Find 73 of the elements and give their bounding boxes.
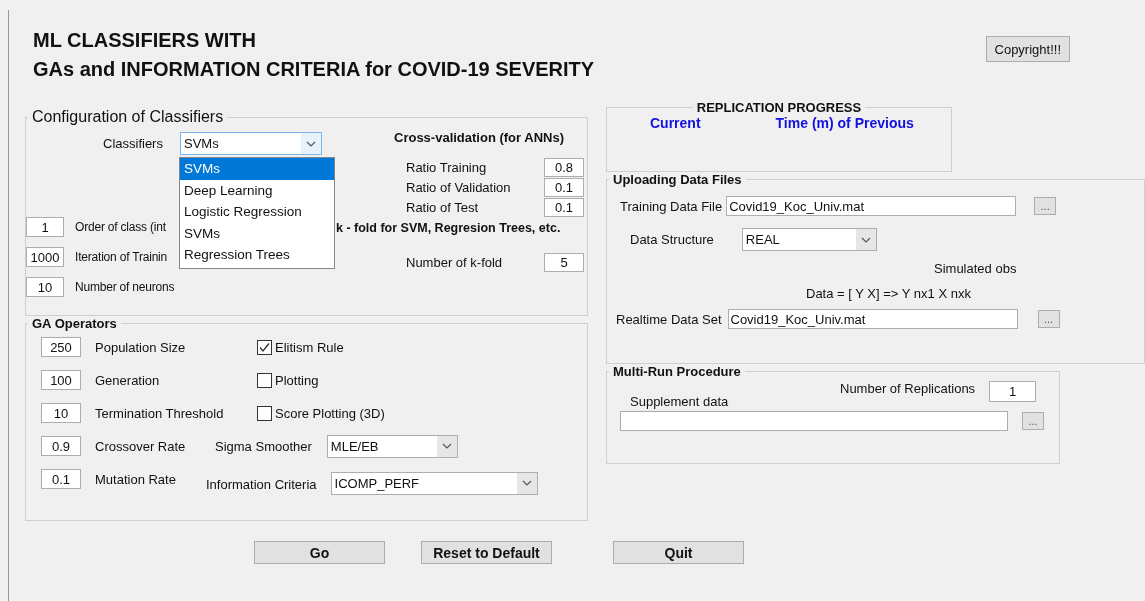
- checkbox-label: Score Plotting (3D): [275, 405, 385, 421]
- input-field[interactable]: Covid19_Koc_Univ.mat: [726, 196, 1017, 216]
- input-field[interactable]: 100: [41, 370, 81, 390]
- checkbox[interactable]: [257, 339, 272, 355]
- dropdown-option[interactable]: SVMs: [179, 158, 334, 180]
- dropdown-option[interactable]: Regression Trees: [179, 244, 334, 266]
- input-field[interactable]: 1000: [26, 247, 64, 267]
- field-label: Information Criteria: [206, 476, 317, 492]
- chevron-down-icon: [441, 443, 452, 449]
- field-label: Number of Replications: [840, 381, 976, 396]
- chevron-down-icon: [521, 480, 532, 486]
- sigma-dropdown[interactable]: MLE/EB: [326, 434, 458, 458]
- field-label: Number of k-fold: [406, 255, 503, 270]
- panel-title: GA Operators: [31, 316, 118, 331]
- field-label: Sigma Smoother: [215, 438, 312, 454]
- field-label: Population Size: [95, 339, 187, 355]
- field-label: Ratio Training: [406, 160, 487, 175]
- input-field[interactable]: 0.9: [41, 436, 81, 456]
- checkbox[interactable]: [257, 372, 272, 388]
- browse-button[interactable]: ...: [1037, 310, 1060, 328]
- input-field[interactable]: Covid19_Koc_Univ.mat: [727, 309, 1018, 329]
- section-heading: Cross-validation (for ANNs): [394, 130, 565, 145]
- column-heading: Current: [650, 115, 701, 131]
- app-title: GAs and INFORMATION CRITERIA for COVID-19 SEVERITY: [33, 57, 595, 82]
- browse-button[interactable]: ...: [1022, 412, 1044, 430]
- column-heading: Time (m) of Previous: [775, 115, 914, 131]
- dropdown-option[interactable]: Logistic Regression: [179, 201, 334, 223]
- input-field[interactable]: 0.8: [544, 158, 584, 177]
- field-label: Ratio of Validation: [406, 180, 511, 195]
- input-field[interactable]: 5: [544, 253, 584, 272]
- input-field[interactable]: 1: [989, 381, 1037, 402]
- chevron-down-icon: [860, 236, 871, 243]
- data-structure-dropdown[interactable]: REAL: [741, 228, 877, 251]
- input-field[interactable]: 0.1: [41, 469, 81, 489]
- action-button[interactable]: Reset to Default: [421, 541, 552, 564]
- dropdown-option[interactable]: Deep Learning: [179, 179, 334, 201]
- field-label: Crossover Rate: [95, 438, 187, 454]
- field-label: Training Data File: [620, 198, 723, 214]
- input-field[interactable]: 250: [41, 337, 81, 357]
- input-field[interactable]: 0.1: [544, 178, 584, 197]
- dropdown-option[interactable]: SVMs: [179, 222, 334, 244]
- input-field[interactable]: [620, 411, 1008, 431]
- field-label: Iteration of Trainin: [75, 250, 168, 264]
- action-button[interactable]: Quit: [613, 541, 744, 564]
- section-heading: k - fold for SVM, Regresion Trees, etc.: [336, 221, 562, 235]
- field-label: Generation: [95, 372, 161, 388]
- panel-title: Uploading Data Files: [612, 172, 743, 187]
- chevron-down-icon: [305, 140, 316, 147]
- field-label: Ratio of Test: [406, 200, 479, 215]
- browse-button[interactable]: ...: [1034, 197, 1057, 215]
- field-label: Realtime Data Set: [616, 311, 722, 327]
- input-field[interactable]: 10: [26, 277, 64, 297]
- classifier-dropdown[interactable]: SVMs: [179, 132, 322, 155]
- panel-title: Multi-Run Procedure: [612, 364, 742, 379]
- panel-title: REPLICATION PROGRESS: [695, 100, 863, 115]
- input-field[interactable]: 0.1: [544, 198, 584, 217]
- panel-title: Configuration of Classifiers: [31, 108, 225, 126]
- note-text: Simulated obs: [934, 261, 1018, 276]
- field-label: Order of class (int: [75, 220, 166, 234]
- field-label: Number of neurons: [75, 280, 175, 294]
- action-button[interactable]: Go: [254, 541, 385, 564]
- checkbox-label: Plotting: [275, 372, 319, 388]
- criteria-dropdown[interactable]: ICOMP_PERF: [330, 471, 538, 495]
- formula-text: Data = [ Y X] => Y nx1 X nxk: [806, 286, 972, 301]
- input-field[interactable]: 10: [41, 403, 81, 423]
- input-field[interactable]: 1: [26, 217, 64, 237]
- checkbox[interactable]: [257, 405, 272, 421]
- field-label: Supplement data: [630, 394, 730, 409]
- checkbox-label: Elitism Rule: [275, 339, 344, 355]
- field-label: Data Structure: [630, 232, 714, 247]
- app-title: ML CLASSIFIERS WITH: [33, 28, 257, 53]
- copyright-button[interactable]: Copyright!!!: [985, 36, 1070, 62]
- classifier-label: Classifiers: [103, 136, 163, 151]
